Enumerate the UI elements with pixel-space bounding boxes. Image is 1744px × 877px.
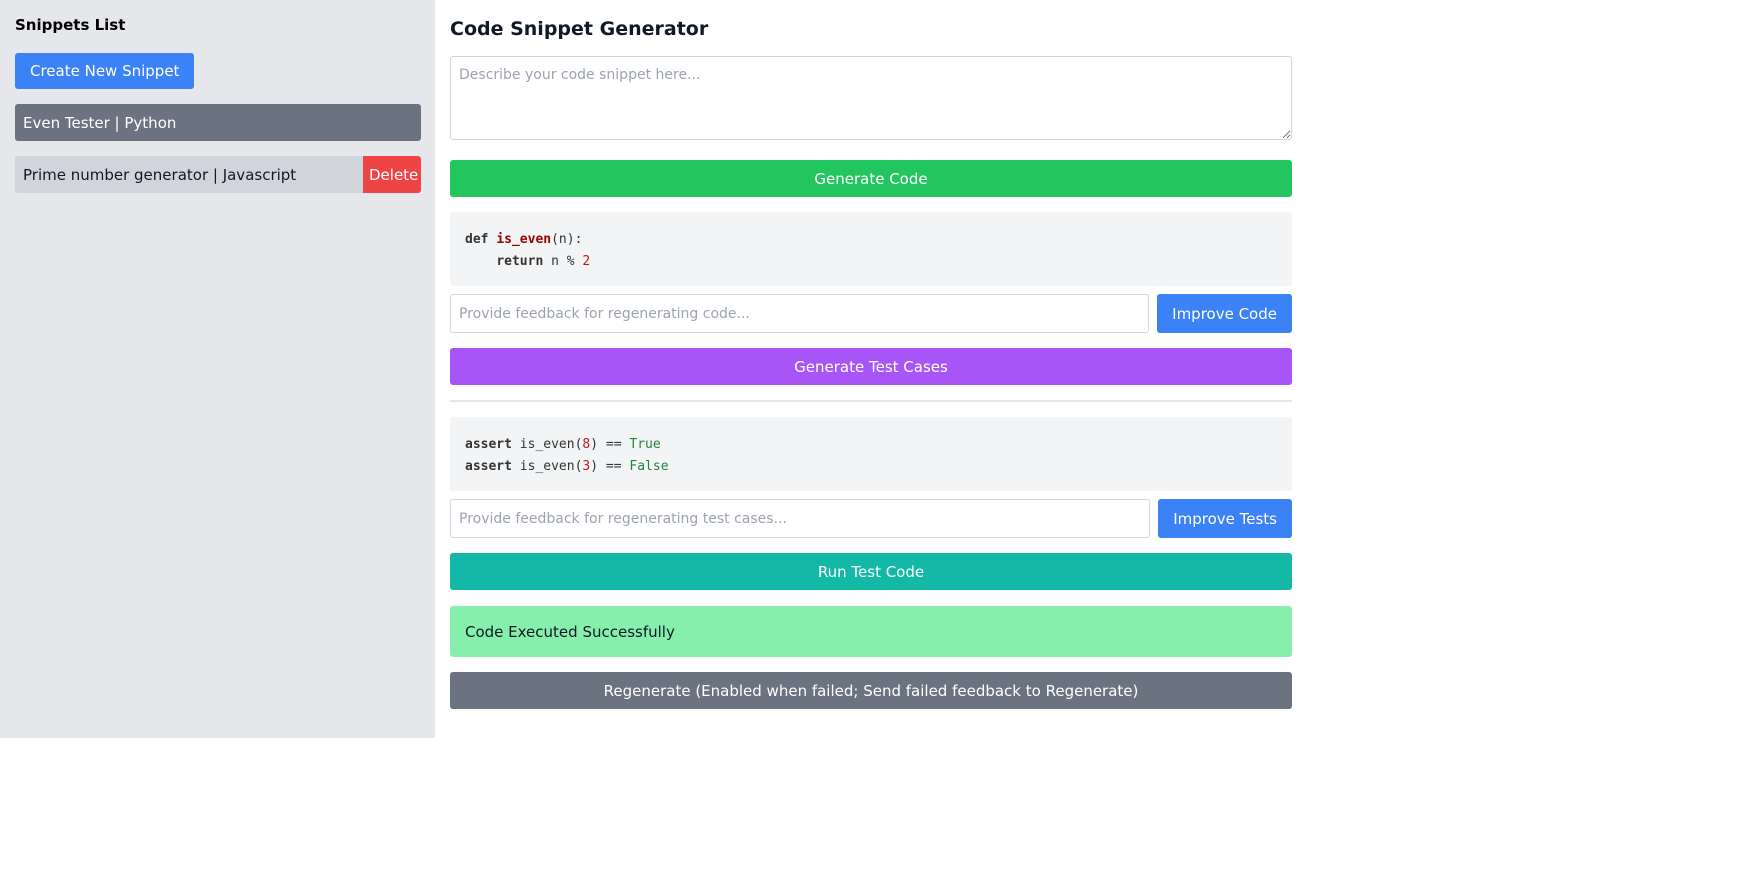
create-new-snippet-button[interactable]: Create New Snippet <box>15 53 195 89</box>
section-divider <box>450 400 1292 402</box>
snippet-description-textarea[interactable] <box>450 56 1292 140</box>
code-function-name: is_even <box>496 232 552 247</box>
execution-status-message: Code Executed Successfully <box>450 606 1292 657</box>
snippet-list: Even Tester | Python Prime number genera… <box>15 104 421 208</box>
improve-tests-button[interactable]: Improve Tests <box>1158 499 1292 538</box>
code-text: n % <box>543 254 583 269</box>
generate-test-cases-button[interactable]: Generate Test Cases <box>450 348 1292 385</box>
regenerate-button[interactable]: Regenerate (Enabled when failed; Send fa… <box>450 672 1292 709</box>
snippet-item-label: Prime number generator | Javascript <box>23 165 297 184</box>
code-literal: False <box>629 459 669 474</box>
code-feedback-row: Improve Code <box>450 294 1292 333</box>
snippet-item-prime-generator[interactable]: Prime number generator | Javascript Dele… <box>15 156 421 193</box>
snippet-item-label: Even Tester | Python <box>23 113 177 132</box>
generate-code-button[interactable]: Generate Code <box>450 160 1292 197</box>
code-keyword: assert <box>465 459 512 474</box>
status-text: Code Executed Successfully <box>465 622 675 641</box>
code-number: 2 <box>582 254 591 269</box>
tests-feedback-input[interactable] <box>450 499 1151 538</box>
code-feedback-input[interactable] <box>450 294 1150 333</box>
page-title: Code Snippet Generator <box>450 18 709 40</box>
sidebar: Snippets List Create New Snippet Even Te… <box>0 0 435 738</box>
code-keyword: def <box>465 232 489 247</box>
code-literal: True <box>629 437 661 452</box>
run-test-code-button[interactable]: Run Test Code <box>450 553 1292 590</box>
app-root: Snippets List Create New Snippet Even Te… <box>0 0 1744 877</box>
sidebar-title: Snippets List <box>15 16 126 34</box>
delete-snippet-button[interactable]: Delete <box>363 156 421 193</box>
test-cases-block: assert is_even(8) == True assert is_even… <box>450 417 1292 491</box>
code-text: (n): <box>551 232 583 247</box>
code-text: ) == <box>590 459 630 474</box>
code-text: ) == <box>590 437 630 452</box>
improve-code-button[interactable]: Improve Code <box>1157 294 1292 333</box>
snippet-item-even-tester[interactable]: Even Tester | Python <box>15 104 421 141</box>
code-keyword: return <box>496 254 544 269</box>
generated-code-block: def is_even(n): return n % 2 <box>450 212 1292 286</box>
code-keyword: assert <box>465 437 512 452</box>
code-text: is_even( <box>511 437 583 452</box>
tests-feedback-row: Improve Tests <box>450 499 1292 538</box>
code-text: is_even( <box>511 459 583 474</box>
